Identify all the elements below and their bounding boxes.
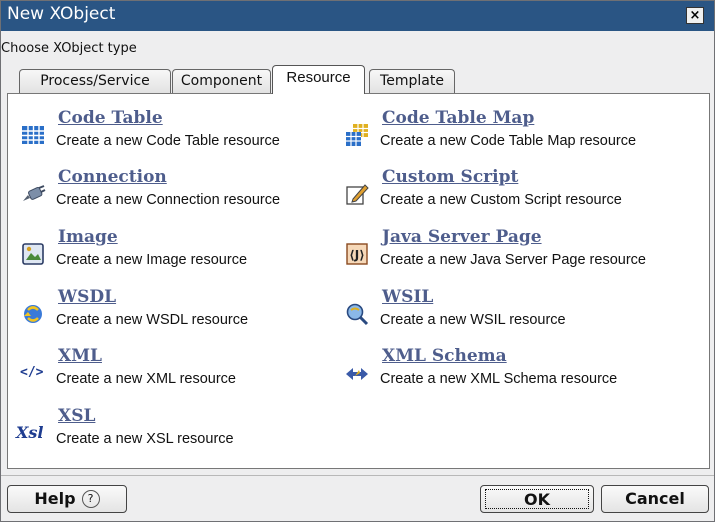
item-name[interactable]: Custom Script <box>382 167 518 187</box>
cancel-button[interactable]: Cancel <box>601 485 709 513</box>
item-custom-script[interactable]: Custom Script Create a new Custom Script… <box>344 167 704 223</box>
svg-text:⟨J⟩: ⟨J⟩ <box>349 248 364 262</box>
item-name[interactable]: XML <box>58 346 102 366</box>
item-description: Create a new XML resource <box>56 371 236 387</box>
item-name[interactable]: Code Table <box>58 108 163 128</box>
image-icon <box>22 243 44 265</box>
item-description: Create a new Code Table Map resource <box>380 133 637 149</box>
item-description: Create a new XML Schema resource <box>380 371 618 387</box>
item-name[interactable]: WSIL <box>382 287 433 307</box>
tab-template[interactable]: Template <box>369 69 455 93</box>
item-name[interactable]: XSL <box>58 406 95 426</box>
item-description: Create a new Java Server Page resource <box>380 252 646 268</box>
item-description: Create a new WSDL resource <box>56 312 249 328</box>
connection-icon <box>23 185 46 201</box>
item-code-table[interactable]: Code Table Create a new Code Table resou… <box>20 108 340 164</box>
item-name[interactable]: Code Table Map <box>382 108 534 128</box>
item-name[interactable]: Image <box>58 227 118 247</box>
help-label: Help <box>34 489 76 508</box>
item-description: Create a new WSIL resource <box>380 312 566 328</box>
item-description: Create a new XSL resource <box>56 431 234 447</box>
window-title: New XObject <box>7 4 116 24</box>
code-table-icon <box>22 126 44 144</box>
item-description: Create a new Custom Script resource <box>380 192 622 208</box>
item-name[interactable]: XML Schema <box>382 346 507 366</box>
item-xml-schema[interactable]: XML Schema Create a new XML Schema resou… <box>344 346 704 402</box>
wsil-icon <box>346 303 369 326</box>
wsdl-icon <box>24 305 42 323</box>
help-button[interactable]: Help? <box>7 485 127 513</box>
new-xobject-dialog: New XObject × Choose XObject type Proces… <box>0 0 715 522</box>
item-image[interactable]: Image Create a new Image resource <box>20 227 340 283</box>
tab-component[interactable]: Component <box>172 69 271 93</box>
item-name[interactable]: Connection <box>58 167 167 187</box>
item-code-table-map[interactable]: Code Table Map Create a new Code Table M… <box>344 108 704 164</box>
dialog-subtitle: Choose XObject type <box>1 41 137 56</box>
xml-icon: </> <box>20 365 44 380</box>
item-description: Create a new Image resource <box>56 252 248 268</box>
ok-label: OK <box>485 489 589 509</box>
item-description: Create a new Code Table resource <box>56 133 280 149</box>
item-description: Create a new Connection resource <box>56 192 281 208</box>
tab-resource[interactable]: Resource <box>272 65 365 94</box>
item-connection[interactable]: Connection Create a new Connection resou… <box>20 167 340 223</box>
divider <box>1 475 714 476</box>
ok-button[interactable]: OK <box>480 485 594 513</box>
resource-panel: Code Table Create a new Code Table resou… <box>7 93 710 469</box>
xsl-icon: Xsl <box>16 423 44 442</box>
item-name[interactable]: WSDL <box>58 287 116 307</box>
item-java-server-page[interactable]: ⟨J⟩ Java Server Page Create a new Java S… <box>344 227 704 283</box>
help-question-icon: ? <box>81 490 100 508</box>
item-xsl[interactable]: Xsl XSL Create a new XSL resource <box>16 406 340 462</box>
custom-script-icon <box>346 184 369 205</box>
close-button[interactable]: × <box>686 7 704 24</box>
java-server-page-icon: ⟨J⟩ <box>346 243 368 265</box>
tab-process-service[interactable]: Process/Service <box>19 69 171 93</box>
item-name[interactable]: Java Server Page <box>382 227 542 247</box>
item-xml[interactable]: </> XML Create a new XML resource <box>20 346 340 402</box>
item-wsil[interactable]: WSIL Create a new WSIL resource <box>344 287 704 343</box>
title-bar[interactable]: New XObject × <box>1 1 714 31</box>
item-wsdl[interactable]: WSDL Create a new WSDL resource <box>20 287 340 343</box>
code-table-map-icon <box>346 124 368 146</box>
xml-schema-icon <box>346 368 368 380</box>
